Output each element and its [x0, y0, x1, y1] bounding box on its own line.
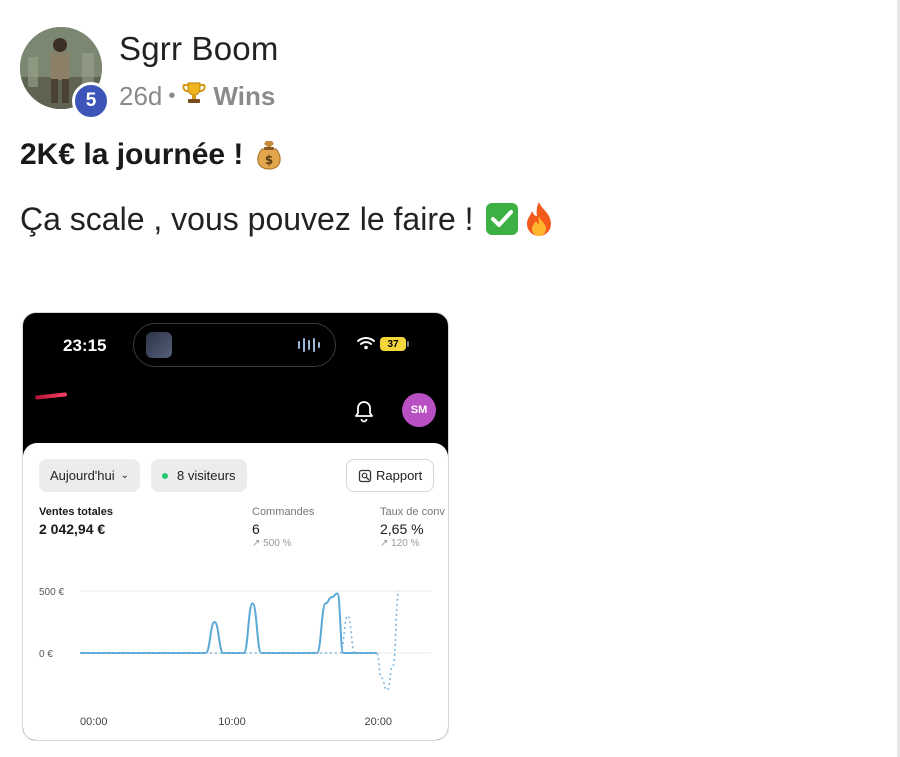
- dynamic-island: [133, 323, 336, 367]
- stat-label: Commandes: [252, 506, 315, 518]
- sales-chart: 500 € 0 € 00:00 10:00 20:00: [39, 587, 431, 728]
- battery-icon: 37: [380, 337, 406, 351]
- phone-status-bar: 23:15 37: [23, 313, 448, 381]
- stat-value: 2 042,94 €: [39, 521, 106, 537]
- battery-tip: [407, 341, 409, 347]
- fire-icon: [522, 200, 556, 238]
- sales-line-today: [79, 592, 377, 654]
- author-name[interactable]: Sgrr Boom: [119, 30, 279, 68]
- stat-value: 6: [252, 521, 260, 537]
- post-body: Ça scale , vous pouvez le faire !: [20, 200, 556, 238]
- stat-change: ↗ 500 %: [252, 538, 292, 549]
- x-tick-label: 10:00: [218, 716, 246, 728]
- live-visitors-chip[interactable]: 8 visiteurs: [151, 459, 247, 492]
- level-badge: 5: [72, 82, 110, 120]
- y-tick-label: 500 €: [39, 587, 64, 598]
- stat-orders[interactable]: Commandes 6 ↗ 500 %: [252, 506, 314, 549]
- money-bag-icon: $: [253, 138, 285, 172]
- stat-conversion-rate[interactable]: Taux de conv 2,65 % ↗ 120 %: [380, 506, 445, 549]
- stat-label: Ventes totales: [39, 506, 113, 518]
- attached-screenshot[interactable]: 23:15 37 SM Aujourd'hui ⌄ 8 visiteurs Ra…: [22, 312, 449, 741]
- meta-separator: •: [168, 85, 176, 107]
- post-meta: 26d • Wins: [119, 80, 275, 113]
- visitors-label: 8 visiteurs: [177, 468, 236, 483]
- y-tick-label: 0 €: [39, 649, 53, 660]
- brand-logo: [34, 392, 68, 400]
- post-title-text: 2K€ la journée !: [20, 138, 244, 171]
- status-time: 23:15: [63, 336, 107, 355]
- stat-change: ↗ 120 %: [380, 538, 420, 549]
- sales-line-comparison: [79, 590, 400, 692]
- wifi-icon: [357, 337, 375, 350]
- stat-value: 2,65 %: [380, 521, 424, 537]
- app-header: SM: [23, 381, 448, 445]
- post-body-text: Ça scale , vous pouvez le faire !: [20, 200, 474, 237]
- media-thumbnail: [146, 332, 172, 358]
- live-dot-icon: [162, 472, 168, 479]
- report-label: Rapport: [376, 468, 423, 483]
- trophy-icon: [181, 80, 207, 113]
- report-button[interactable]: Rapport: [346, 459, 435, 492]
- check-mark-button-icon: [484, 201, 520, 237]
- post-age: 26d: [119, 81, 163, 111]
- post-category[interactable]: Wins: [213, 81, 275, 112]
- user-avatar[interactable]: SM: [402, 393, 436, 427]
- bell-icon[interactable]: [353, 399, 375, 423]
- x-tick-label: 20:00: [365, 716, 393, 728]
- audio-wave-icon: [298, 338, 320, 352]
- author-avatar-container[interactable]: 5: [20, 27, 110, 120]
- chevron-down-icon: ⌄: [120, 470, 130, 481]
- date-range-label: Aujourd'hui: [50, 468, 115, 483]
- x-tick-label: 00:00: [80, 716, 108, 728]
- stat-label: Taux de conv: [380, 506, 445, 518]
- post-title: 2K€ la journée ! $: [20, 138, 285, 172]
- stat-total-sales[interactable]: Ventes totales 2 042,94 €: [39, 506, 113, 537]
- analytics-panel: Aujourd'hui ⌄ 8 visiteurs Rapport Ventes…: [23, 443, 448, 740]
- report-icon: [358, 469, 372, 482]
- date-range-select[interactable]: Aujourd'hui ⌄: [39, 459, 141, 492]
- svg-text:$: $: [265, 153, 273, 167]
